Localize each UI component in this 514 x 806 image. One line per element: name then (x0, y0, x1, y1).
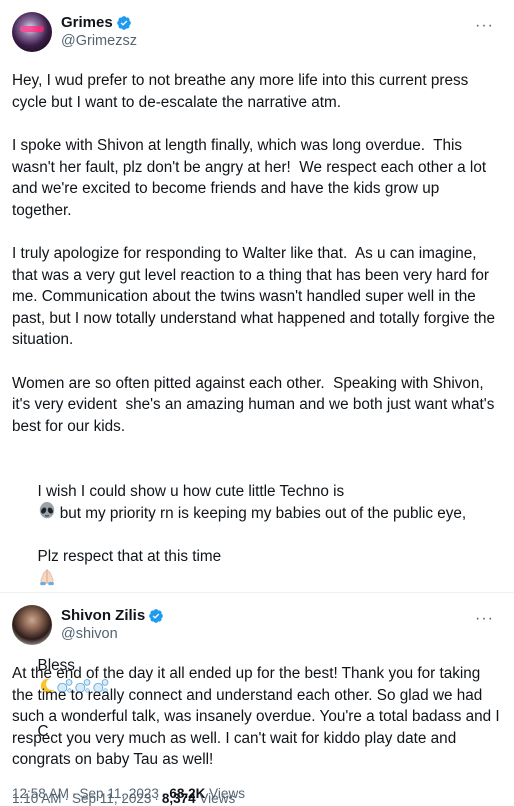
techno-text-1: I wish I could show u how cute little Te… (37, 482, 345, 500)
author-names: Grimes @Grimezsz (61, 13, 137, 51)
paragraph: I wish I could show u how cute little Te… (12, 459, 502, 612)
respect-text: Plz respect that at this time (37, 548, 222, 565)
author-names: Shivon Zilis @shivon (61, 606, 164, 644)
avatar[interactable] (12, 605, 52, 645)
more-options-icon[interactable]: ··· (475, 611, 494, 627)
paragraph: I truly apologize for responding to Walt… (12, 245, 500, 348)
avatar[interactable] (12, 12, 52, 52)
views-count: 8,374 (161, 790, 196, 806)
techno-text-2: but my priority rn is keeping my babies … (55, 505, 467, 522)
tweet-time[interactable]: 1:10 AM (12, 791, 62, 806)
tweet-meta: 1:10 AM · Sep 11, 2023 · 8,374 Views (12, 790, 236, 806)
paragraph: Hey, I wud prefer to not breathe any mor… (12, 72, 473, 111)
praying-hands-emoji (39, 568, 54, 585)
paragraph: Women are so often pitted against each o… (12, 374, 499, 435)
paragraph: I spoke with Shivon at length finally, w… (12, 137, 491, 219)
handle[interactable]: @shivon (61, 625, 164, 644)
verified-badge-icon (149, 608, 164, 623)
views-label: Views (199, 790, 236, 806)
verified-badge-icon (116, 15, 131, 30)
tweet-date[interactable]: Sep 11, 2023 (72, 791, 151, 806)
tweet-shivon: Shivon Zilis @shivon ··· At the end of t… (0, 592, 514, 806)
tweet-grimes: Grimes @Grimezsz ··· Hey, I wud prefer t… (0, 4, 514, 801)
tweet-header: Shivon Zilis @shivon ··· (12, 597, 502, 653)
display-name[interactable]: Shivon Zilis (61, 606, 145, 625)
handle[interactable]: @Grimezsz (61, 32, 137, 51)
paragraph: At the end of the day it all ended up fo… (12, 665, 504, 768)
tweet-text: At the end of the day it all ended up fo… (12, 663, 502, 771)
tweet-header: Grimes @Grimezsz ··· (12, 4, 502, 60)
more-options-icon[interactable]: ··· (475, 18, 494, 34)
alien-emoji (39, 502, 54, 519)
display-name[interactable]: Grimes (61, 13, 113, 32)
